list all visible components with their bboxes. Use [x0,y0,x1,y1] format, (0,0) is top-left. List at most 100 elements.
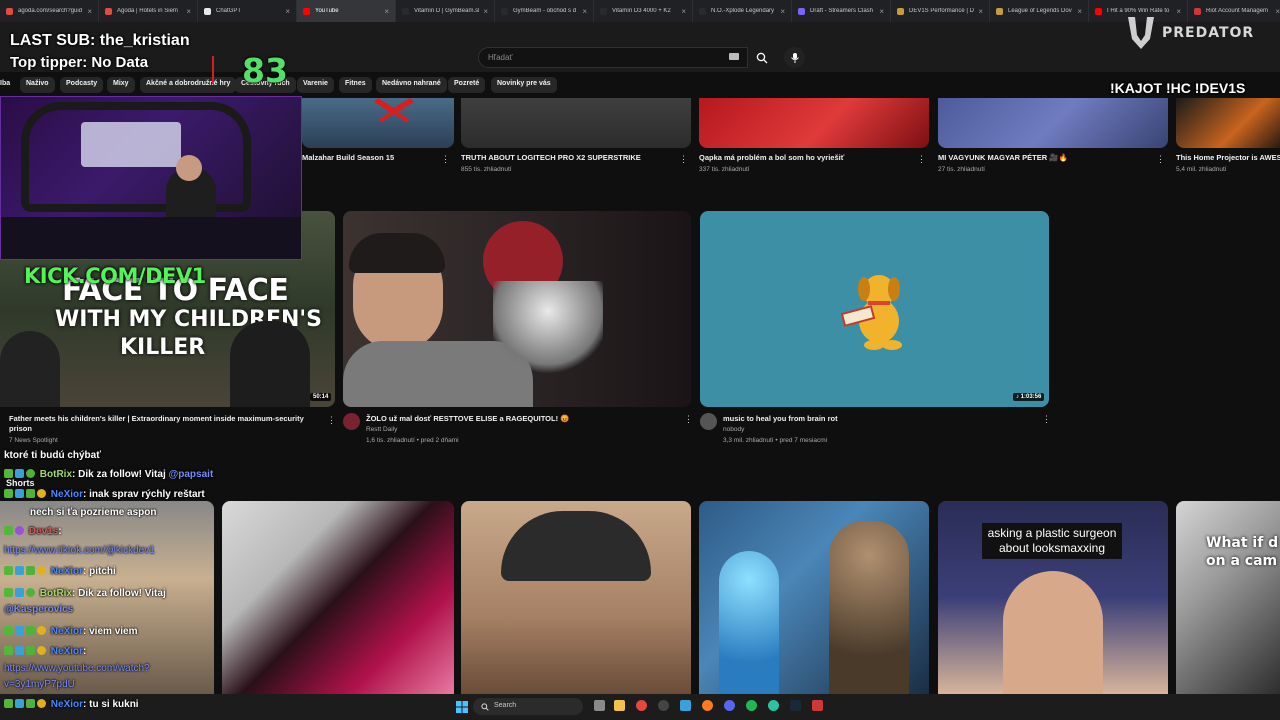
more-actions-icon[interactable]: ⋮ [679,154,688,165]
riot-client-icon[interactable] [812,700,823,711]
channel-name[interactable]: 7 News Spotlight [9,437,58,444]
close-tab-icon[interactable]: × [483,7,488,16]
taskbar-search[interactable]: Search [473,698,583,715]
browser-tab[interactable]: ChatGPT × [198,0,297,22]
browser-tab[interactable]: agoda.com/search?guid × [0,0,99,22]
short-thumbnail[interactable]: asking a plastic surgeon about looksmaxx… [938,501,1168,694]
browser-tab[interactable]: Agoda | Hotels in Siem × [99,0,198,22]
search-button[interactable] [748,47,775,68]
video-title[interactable]: MI VAGYUNK MAGYAR PÉTER 🎥🔥 [938,153,1068,163]
more-actions-icon[interactable]: ⋮ [684,414,693,425]
chip-mixes[interactable]: Mixy [107,77,135,93]
steam-icon[interactable] [790,700,801,711]
chip-live[interactable]: Naživo [20,77,55,93]
chip-fitness[interactable]: Fitnes [339,77,372,93]
browser-tab[interactable]: Draft - Streamers Clash × [792,0,891,22]
chip-podcasts[interactable]: Podcasty [60,77,104,93]
chrome-icon[interactable] [636,700,647,711]
windows-start-icon[interactable] [456,700,468,713]
video-title[interactable]: ŽOLO už mal dosť RESTTOVE ELISE a RAGEQU… [366,414,570,424]
channel-avatar[interactable] [343,413,360,430]
video-title[interactable]: Qapka má problém a bol som ho vyriešiť [699,153,844,163]
more-actions-icon[interactable]: ⋮ [441,154,450,165]
predator-emblem-icon [1128,17,1154,49]
chip-recently-uploaded[interactable]: Nedávno nahrané [376,77,447,93]
chat-mention[interactable]: @Kasperovics [4,604,73,615]
video-title[interactable]: This Home Projector is AWESOME [1176,153,1280,163]
browser-tab[interactable]: League of Legends Dov × [990,0,1089,22]
browser-tab[interactable]: DEV1S Performance | D × [891,0,990,22]
task-view-icon[interactable] [594,700,605,711]
close-tab-icon[interactable]: × [879,7,884,16]
channel-name[interactable]: Restt Daily [366,426,397,433]
chip-new-for-you[interactable]: Novinky pre vás [491,77,557,93]
close-tab-icon[interactable]: × [186,7,191,16]
chat-username[interactable]: NeXior [51,489,83,500]
more-actions-icon[interactable]: ⋮ [1042,414,1051,425]
chip-watched[interactable]: Pozreté [448,77,486,93]
short-thumbnail[interactable]: What if d on a cam [1176,501,1280,694]
chat-link[interactable]: v=3y1myP7pdU [4,679,75,690]
browser-tab[interactable]: Vitamín D3 4000 + K2 × [594,0,693,22]
chat-username[interactable]: NeXior [51,566,83,577]
chip-action-games[interactable]: Akčné a dobrodružné hry [140,77,237,93]
close-tab-icon[interactable]: × [1275,7,1280,16]
notepad-icon[interactable] [680,700,691,711]
close-tab-icon[interactable]: × [285,7,290,16]
channel-name[interactable]: nobody [723,426,744,433]
short-thumbnail[interactable] [699,501,929,694]
discord-icon[interactable] [724,700,735,711]
chat-link[interactable]: https://www.youtube.com/watch? [4,663,150,674]
spotify-icon[interactable] [746,700,757,711]
close-tab-icon[interactable]: × [582,7,587,16]
close-tab-icon[interactable]: × [681,7,686,16]
keyboard-icon[interactable] [729,53,739,60]
channel-avatar[interactable] [700,413,717,430]
video-thumbnail[interactable] [302,98,454,148]
github-icon[interactable] [658,700,669,711]
close-tab-icon[interactable]: × [780,7,785,16]
short-caption: asking a plastic surgeon about looksmaxx… [982,523,1122,559]
browser-tab[interactable]: N.O.-Xplode Legendary × [693,0,792,22]
close-tab-icon[interactable]: × [978,7,983,16]
video-title[interactable]: TRUTH ABOUT LOGITECH PRO X2 SUPERSTRIKE [461,153,641,163]
chat-username[interactable]: NeXior [51,699,83,710]
close-tab-icon[interactable]: × [384,7,389,16]
browser-tab[interactable]: GymBeam - obchod s d × [495,0,594,22]
chip-cooking[interactable]: Varenie [297,77,334,93]
browser-tab[interactable]: YouTube × [297,0,396,22]
edge-icon[interactable] [768,700,779,711]
short-thumbnail[interactable] [222,501,454,694]
chat-mention[interactable]: @papsait [169,469,214,480]
chat-username[interactable]: Dev1s [29,526,58,537]
browser-tab[interactable]: Vitamín D | GymBeam.sk × [396,0,495,22]
firefox-icon[interactable] [702,700,713,711]
chat-link[interactable]: https://www.tiktok.com/@kickdev1 [4,545,155,556]
chip-partial[interactable]: Iba [0,80,10,87]
voice-search-button[interactable] [784,47,805,68]
video-meta: 5,4 mil. zhliadnutí [1176,166,1227,173]
video-title[interactable]: Father meets his children's killer | Ext… [9,414,304,424]
video-thumbnail[interactable] [1176,98,1280,148]
video-thumbnail[interactable] [461,98,691,148]
video-thumbnail[interactable] [343,211,691,407]
chat-username[interactable]: BotRix [40,469,72,480]
more-actions-icon[interactable]: ⋮ [1156,154,1165,165]
chat-username[interactable]: NeXior [51,646,83,657]
video-title[interactable]: Malzahar Build Season 15 [302,153,394,163]
video-title-line2[interactable]: prison [9,424,32,434]
short-thumbnail[interactable] [461,501,691,694]
video-thumbnail[interactable] [938,98,1168,148]
chat-username[interactable]: BotRix [40,588,72,599]
blue-figure [719,551,779,694]
more-actions-icon[interactable]: ⋮ [327,415,336,426]
more-actions-icon[interactable]: ⋮ [917,154,926,165]
file-explorer-icon[interactable] [614,700,625,711]
chat-username[interactable]: NeXior [51,626,83,637]
video-title[interactable]: music to heal you from brain rot [723,414,838,424]
video-thumbnail[interactable] [699,98,929,148]
close-tab-icon[interactable]: × [87,7,92,16]
video-thumbnail[interactable]: ♪ 1:03:56 [700,211,1049,407]
search-input[interactable]: Hľadať [478,47,748,68]
close-tab-icon[interactable]: × [1077,7,1082,16]
